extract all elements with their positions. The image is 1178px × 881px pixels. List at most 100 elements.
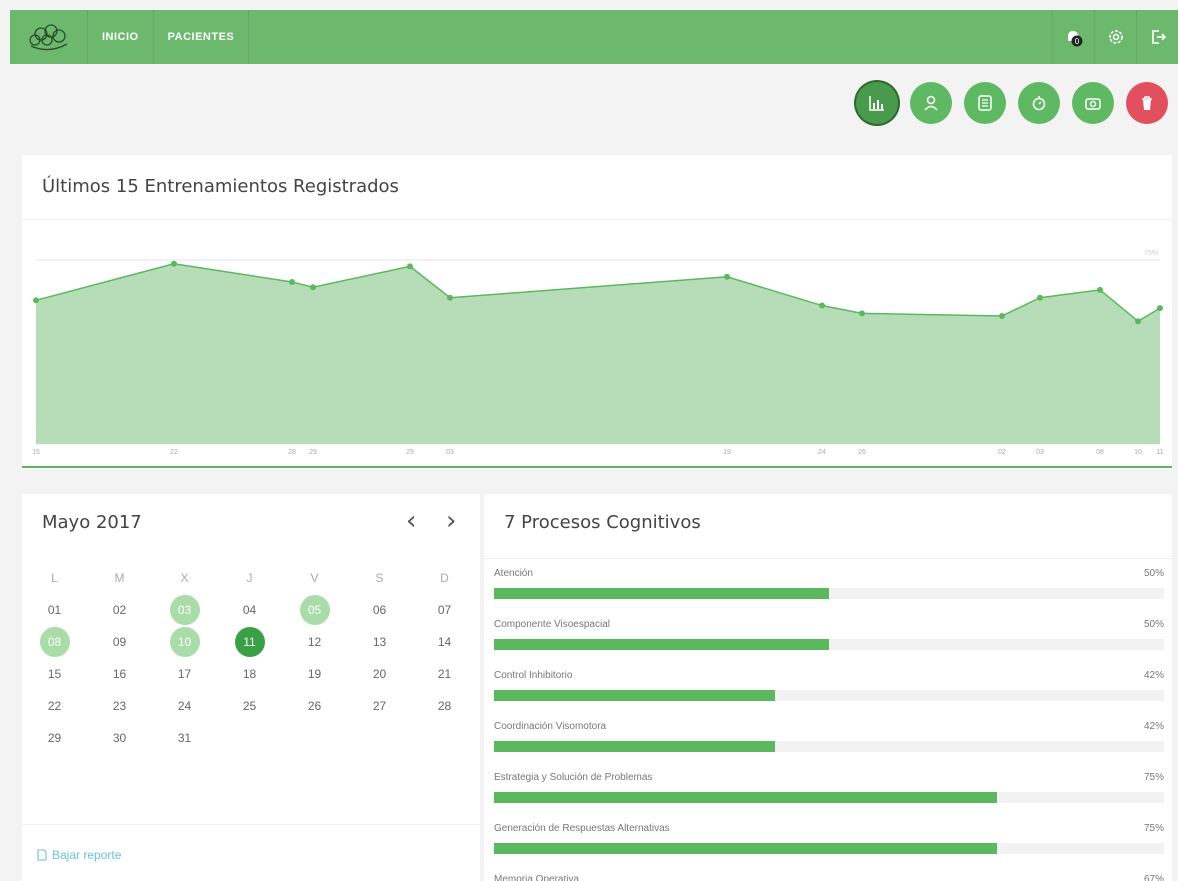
calendar-day[interactable]: 18 bbox=[217, 658, 282, 690]
nav-inicio[interactable]: INICIO bbox=[88, 10, 154, 64]
calendar-day[interactable]: 07 bbox=[412, 594, 477, 626]
calendar-day[interactable]: 25 bbox=[217, 690, 282, 722]
process-name: Memoria Operativa bbox=[494, 874, 580, 881]
calendar-card: Mayo 2017 ‹ › L M X J V S D 01 02 03 04 05 06 07 08 09 1… bbox=[22, 494, 480, 881]
chart-point[interactable] bbox=[289, 279, 295, 286]
nav-pacientes[interactable]: PACIENTES bbox=[154, 10, 250, 64]
calendar-day[interactable]: 16 bbox=[87, 658, 152, 690]
process-bar-track bbox=[494, 690, 1164, 701]
calendar-weekday: L bbox=[51, 571, 58, 585]
user-icon bbox=[924, 95, 938, 111]
calendar-day[interactable]: 06 bbox=[347, 594, 412, 626]
settings-button[interactable] bbox=[1094, 10, 1136, 64]
calendar-day[interactable]: 01 bbox=[22, 594, 87, 626]
calendar-day[interactable]: 24 bbox=[152, 690, 217, 722]
calendar-day-number: 09 bbox=[112, 635, 127, 649]
calendar-day[interactable]: 15 bbox=[22, 658, 87, 690]
calendar-day[interactable]: 21 bbox=[412, 658, 477, 690]
calendar-day[interactable]: 09 bbox=[87, 626, 152, 658]
calendar-day[interactable]: 22 bbox=[22, 690, 87, 722]
top-navbar: INICIO PACIENTES 0 bbox=[10, 10, 1178, 64]
process-percent: 75% bbox=[1143, 772, 1164, 783]
calendar-day[interactable]: 29 bbox=[22, 722, 87, 754]
chart-point[interactable] bbox=[1135, 318, 1141, 325]
calendar-day[interactable]: 17 bbox=[152, 658, 217, 690]
calendar-next-button[interactable]: › bbox=[446, 508, 456, 534]
calendar-day[interactable]: 10 bbox=[152, 626, 217, 658]
chart-point[interactable] bbox=[171, 260, 177, 267]
calendar-day[interactable]: 02 bbox=[87, 594, 152, 626]
calendar-day[interactable]: 14 bbox=[412, 626, 477, 658]
calendar-day-marked: 10 bbox=[169, 627, 200, 657]
calendar-day[interactable]: 27 bbox=[347, 690, 412, 722]
chart-point[interactable] bbox=[407, 263, 413, 270]
chart-point[interactable] bbox=[999, 312, 1005, 319]
calendar-day[interactable]: 30 bbox=[87, 722, 152, 754]
calendar-day-number: 19 bbox=[307, 667, 322, 681]
chart-point[interactable] bbox=[33, 297, 39, 304]
delete-button[interactable] bbox=[1126, 82, 1168, 124]
chart-point[interactable] bbox=[447, 294, 453, 301]
process-bar-fill bbox=[494, 741, 776, 752]
calendar-day-number: 28 bbox=[437, 699, 452, 713]
process-bar-fill bbox=[494, 690, 776, 701]
process-percent: 42% bbox=[1143, 721, 1164, 732]
calendar-week-row: 22 23 24 25 26 27 28 bbox=[22, 690, 480, 722]
chart-point[interactable] bbox=[1037, 294, 1043, 301]
calendar-day-number: 25 bbox=[242, 699, 257, 713]
calendar-day-number: 30 bbox=[112, 731, 127, 745]
brain-logo-icon bbox=[28, 24, 67, 51]
calendar-week-row: 08 09 10 11 12 13 14 bbox=[22, 626, 480, 658]
calendar-day[interactable]: 04 bbox=[217, 594, 282, 626]
timer-button[interactable] bbox=[1018, 82, 1060, 124]
calendar-day-number: 15 bbox=[47, 667, 62, 681]
calendar-day-number: 16 bbox=[112, 667, 127, 681]
stats-button[interactable] bbox=[856, 82, 898, 124]
calendar-day[interactable]: 31 bbox=[152, 722, 217, 754]
profile-button[interactable] bbox=[910, 82, 952, 124]
calendar-day[interactable]: 03 bbox=[152, 594, 217, 626]
calendar-weekday: V bbox=[310, 571, 319, 585]
calendar-day-marked: 11 bbox=[234, 627, 265, 657]
process-bar-fill bbox=[494, 639, 829, 650]
chart-point[interactable] bbox=[724, 273, 730, 280]
process-bar-track bbox=[494, 639, 1164, 650]
chart-x-tick-label: 03 bbox=[446, 449, 454, 456]
logout-button[interactable] bbox=[1136, 10, 1178, 64]
chart-x-tick-label: 02 bbox=[998, 449, 1006, 456]
calendar-day[interactable]: 28 bbox=[412, 690, 477, 722]
download-report-link[interactable]: Bajar reporte bbox=[36, 848, 121, 862]
calendar-day-number: 14 bbox=[437, 635, 452, 649]
chart-point[interactable] bbox=[819, 302, 825, 309]
calendar-day[interactable]: 20 bbox=[347, 658, 412, 690]
chart-point[interactable] bbox=[310, 284, 316, 291]
calendar-day[interactable]: 26 bbox=[282, 690, 347, 722]
process-name: Componente Visoespacial bbox=[494, 619, 611, 630]
calendar-day[interactable]: 08 bbox=[22, 626, 87, 658]
process-item: Coordinación Visomotora 42% bbox=[494, 721, 1164, 772]
process-percent: 67% bbox=[1143, 874, 1164, 881]
calendar-day[interactable]: 19 bbox=[282, 658, 347, 690]
calendar-day[interactable]: 05 bbox=[282, 594, 347, 626]
notifications-button[interactable]: 0 bbox=[1052, 10, 1094, 64]
action-toolbar bbox=[856, 82, 1168, 124]
chart-x-tick-label: 24 bbox=[818, 449, 826, 456]
process-item: Atención 50% bbox=[494, 568, 1164, 619]
app-logo[interactable] bbox=[10, 10, 88, 64]
training-area-chart: 15 22 28 29 29 03 19 24 26 02 03 08 10 11 75% bbox=[22, 250, 1172, 468]
chart-x-tick-label: 15 bbox=[32, 449, 40, 456]
filters-button[interactable] bbox=[964, 82, 1006, 124]
calendar-day[interactable]: 23 bbox=[87, 690, 152, 722]
camera-button[interactable] bbox=[1072, 82, 1114, 124]
chart-point[interactable] bbox=[1097, 286, 1103, 293]
calendar-weekday: S bbox=[375, 571, 384, 585]
chart-point[interactable] bbox=[1157, 305, 1163, 312]
calendar-day[interactable]: 12 bbox=[282, 626, 347, 658]
process-name: Control Inhibitorio bbox=[494, 670, 573, 681]
calendar-day[interactable]: 11 bbox=[217, 626, 282, 658]
process-percent: 50% bbox=[1143, 619, 1164, 630]
chart-point[interactable] bbox=[859, 310, 865, 317]
calendar-day[interactable]: 13 bbox=[347, 626, 412, 658]
calendar-prev-button[interactable]: ‹ bbox=[406, 508, 416, 534]
